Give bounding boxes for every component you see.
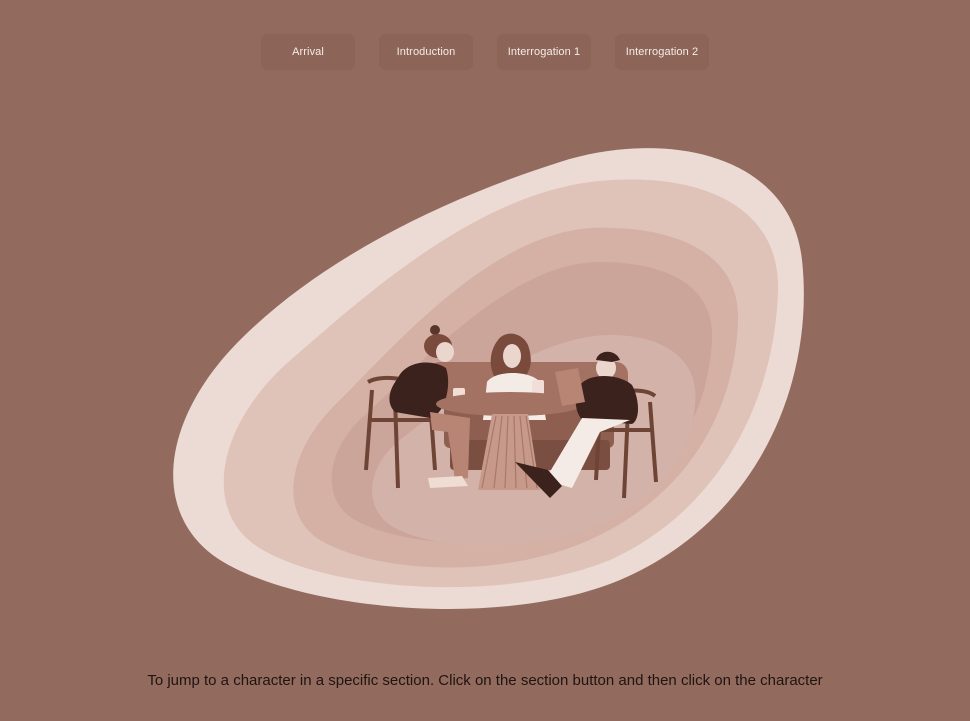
scene-canvas — [173, 148, 804, 609]
app-stage: Arrival Introduction Interrogation 1 Int… — [0, 0, 970, 721]
instruction-text: To jump to a character in a specific sec… — [147, 672, 823, 689]
